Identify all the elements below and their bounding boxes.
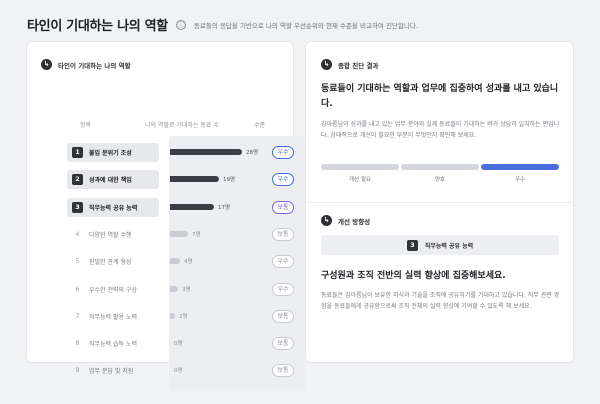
focus-label: 직무능력 공유 능력 xyxy=(424,242,474,250)
column-item: 항목 xyxy=(80,122,92,129)
count-label: 7명 xyxy=(192,231,201,238)
count-label: 28명 xyxy=(246,150,259,156)
count-label: 17명 xyxy=(218,204,231,211)
count-bar xyxy=(170,203,214,210)
role-label: 다양한 역할 수행 xyxy=(89,231,132,239)
count-bar xyxy=(170,312,175,319)
role-label: 불입 분위기 조성 xyxy=(89,150,132,157)
role-label: 우수한 전략의 구상 xyxy=(89,286,137,294)
page-title: 타인이 기대하는 나의 역할 xyxy=(27,19,168,34)
scale-bar xyxy=(321,164,399,170)
direction-header: ↳ 개선 방향성 xyxy=(321,215,370,226)
row-label-box: 8 직무능력 습득 노력 xyxy=(67,334,159,353)
divider xyxy=(306,202,573,203)
expected-role-header: ↳ 타인이 기대하는 나의 역할 xyxy=(41,59,131,70)
expected-role-title: 타인이 기대하는 나의 역할 xyxy=(58,61,131,70)
table-row: 9 업무 분담 및 지원 0명 보통 xyxy=(27,361,295,380)
column-count: 나의 역할로 기대하는 동료 수 xyxy=(145,122,219,129)
count-label: 4명 xyxy=(184,259,193,266)
scale-label: 우수 xyxy=(514,177,526,183)
scale-label: 양호 xyxy=(434,177,446,183)
diagnosis-title: 동료들이 기대하는 역할과 업무에 집중하여 성과를 내고 있습니다. xyxy=(321,84,559,109)
level-badge: 우수 xyxy=(272,282,294,296)
count-bar xyxy=(170,149,242,155)
rank-number: 4 xyxy=(75,229,80,238)
focus-title: 구성원과 조직 전반의 실력 향상에 집중해보세요. xyxy=(321,271,506,281)
rank-number: 6 xyxy=(75,284,80,293)
row-label-box: 1 불입 분위기 조성 xyxy=(67,143,159,162)
chat-bubble-icon: ↳ xyxy=(321,59,332,70)
row-label-box: 9 업무 분담 및 지원 xyxy=(67,361,159,380)
info-icon[interactable]: ⓘ xyxy=(175,19,186,30)
scale-segment-improve: 개선 필요 xyxy=(321,164,399,183)
chat-bubble-icon: ↳ xyxy=(321,215,332,226)
rank-number: 1 xyxy=(72,147,83,158)
diagnosis-card: ↳ 종합 진단 결과 동료들이 기대하는 역할과 업무에 집중하여 성과를 내고… xyxy=(305,41,574,363)
row-label-box: 5 친밀한 관계 형성 xyxy=(67,252,159,271)
diagnosis-section-title: 종합 진단 결과 xyxy=(338,61,379,70)
row-label-box: 3 직무능력 공유 능력 xyxy=(67,197,159,217)
row-label-box: 4 다양한 역할 수행 xyxy=(67,225,159,244)
row-label-box: 7 직무능력 활용 노력 xyxy=(67,307,159,326)
count-bar xyxy=(170,230,188,237)
count-label: 19명 xyxy=(223,177,236,184)
role-label: 직무능력 습득 노력 xyxy=(89,341,137,349)
role-label: 직무능력 활용 노력 xyxy=(89,313,137,321)
table-row: 8 직무능력 습득 노력 0명 보통 xyxy=(27,334,295,353)
scale-bar xyxy=(401,164,479,170)
page-description: 동료들의 응답을 기반으로 나의 역할 우선순위와 현재 수준을 비교하여 진단… xyxy=(193,21,418,30)
table-row: 1 불입 분위기 조성 28명 우수 xyxy=(27,143,295,162)
focus-item: 3 직무능력 공유 능력 xyxy=(321,235,559,255)
page-header: 타인이 기대하는 나의 역할 ⓘ 동료들의 응답을 기반으로 나의 역할 우선순… xyxy=(27,15,418,34)
table-row: 6 우수한 전략의 구상 3명 우수 xyxy=(27,280,295,299)
count-label: 0명 xyxy=(174,341,183,348)
role-label: 성과에 대한 책임 xyxy=(89,177,132,185)
level-badge: 우수 xyxy=(272,146,294,159)
level-badge: 보통 xyxy=(272,227,294,241)
level-badge: 보통 xyxy=(272,364,294,378)
diagnosis-header: ↳ 종합 진단 결과 xyxy=(321,59,378,70)
rank-number: 2 xyxy=(72,174,83,186)
diagnosis-description: 김아름님이 성과를 내고 있는 업무 분야와 실제 동료들이 기대하는 바가 상… xyxy=(321,121,560,139)
role-label: 직무능력 공유 능력 xyxy=(89,204,138,212)
table-row: 2 성과에 대한 책임 19명 우수 xyxy=(27,170,295,190)
level-scale: 개선 필요 양호 우수 xyxy=(321,164,559,183)
count-bar xyxy=(170,285,178,292)
count-label: 0명 xyxy=(174,368,183,375)
count-label: 3명 xyxy=(182,286,191,293)
rank-number: 9 xyxy=(75,366,80,375)
level-badge: 우수 xyxy=(272,173,294,187)
rank-number: 5 xyxy=(75,257,80,266)
scale-segment-excellent: 우수 xyxy=(481,164,559,183)
scale-bar xyxy=(481,164,559,170)
level-badge: 보통 xyxy=(272,200,294,214)
column-level: 수준 xyxy=(254,122,266,129)
row-label-box: 6 우수한 전략의 구상 xyxy=(67,280,159,299)
scale-segment-fair: 양호 xyxy=(401,164,479,183)
table-row: 5 친밀한 관계 형성 4명 우수 xyxy=(27,252,295,271)
count-label: 2명 xyxy=(179,313,188,320)
expected-role-card: ↳ 타인이 기대하는 나의 역할 항목 나의 역할로 기대하는 동료 수 수준 … xyxy=(26,41,306,391)
row-label-box: 2 성과에 대한 책임 xyxy=(67,170,159,190)
count-bar xyxy=(170,258,180,265)
rank-number: 7 xyxy=(75,311,80,320)
table-row: 3 직무능력 공유 능력 17명 보통 xyxy=(27,197,295,217)
focus-rank: 3 xyxy=(406,239,418,251)
direction-title: 개선 방향성 xyxy=(338,217,371,226)
table-row: 7 직무능력 활용 노력 2명 보통 xyxy=(27,307,295,326)
chat-bubble-icon: ↳ xyxy=(41,59,52,70)
level-badge: 보통 xyxy=(272,309,294,323)
level-badge: 우수 xyxy=(272,255,294,269)
count-bar xyxy=(170,176,219,183)
scale-label: 개선 필요 xyxy=(349,177,371,183)
level-badge: 보통 xyxy=(272,337,294,351)
role-label: 친밀한 관계 형성 xyxy=(89,259,132,267)
rank-number: 3 xyxy=(72,201,83,213)
focus-description: 동료들은 김아름님이 보유한 지식과 기술을 조직에 공유하기를 기대하고 있습… xyxy=(321,292,560,310)
role-label: 업무 분담 및 지원 xyxy=(89,368,134,376)
rank-number: 8 xyxy=(75,339,80,348)
table-row: 4 다양한 역할 수행 7명 보통 xyxy=(27,225,295,244)
